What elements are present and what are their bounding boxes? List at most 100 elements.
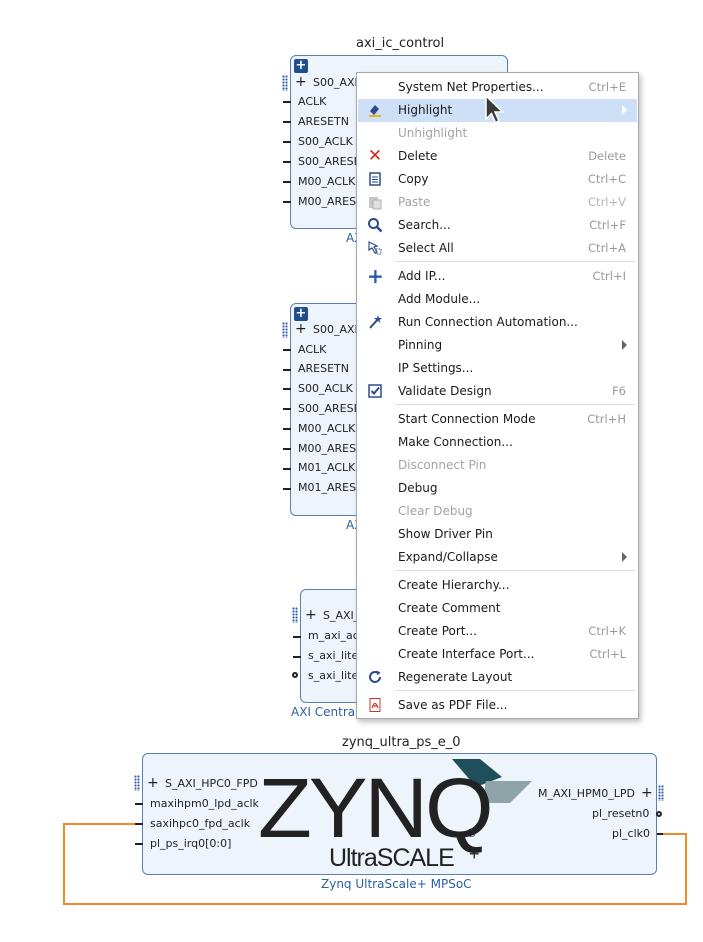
menu-item-create-hierarchy[interactable]: Create Hierarchy... [358, 574, 637, 597]
menu-item-clear-debug[interactable]: Clear Debug [358, 500, 637, 523]
clock-net-wire[interactable] [663, 833, 687, 835]
expand-port-icon[interactable]: + [295, 75, 307, 89]
menu-item-select-all[interactable]: Select All Ctrl+A [358, 237, 637, 260]
clock-net-wire[interactable] [63, 903, 687, 905]
port-label: ARESETN [298, 362, 349, 375]
menu-item-ip-settings[interactable]: IP Settings... [358, 357, 637, 380]
port-label: S00_AXI [313, 323, 358, 336]
expand-port-icon[interactable]: + [147, 776, 159, 790]
port-label: M01_ACLK [298, 461, 356, 474]
highlight-icon [367, 102, 383, 118]
clock-net-wire[interactable] [63, 823, 65, 905]
menu-item-expand-collapse[interactable]: Expand/Collapse [358, 546, 637, 569]
menu-item-pinning[interactable]: Pinning [358, 334, 637, 357]
port-label: pl_resetn0 [592, 807, 650, 820]
pin[interactable] [283, 468, 291, 470]
expand-port-icon[interactable]: + [295, 322, 307, 336]
block-subtitle: AXI Centra [291, 705, 356, 719]
validate-icon [367, 383, 383, 399]
pin[interactable] [283, 121, 291, 123]
menu-item-create-port[interactable]: Create Port... Ctrl+K [358, 620, 637, 643]
port-label: M00_ACLK [298, 175, 356, 188]
menu-item-copy[interactable]: Copy Ctrl+C [358, 168, 637, 191]
block-title: zynq_ultra_ps_e_0 [342, 735, 461, 750]
interface-grip-icon [282, 322, 288, 338]
pin[interactable] [135, 803, 143, 805]
pin[interactable] [283, 349, 291, 351]
port-label: S00_AXI [313, 76, 358, 89]
block-title: axi_ic_control [356, 36, 445, 51]
pdf-icon [367, 697, 383, 713]
port-label: S_AXI_ [323, 609, 360, 622]
expand-port-icon[interactable]: + [641, 786, 653, 800]
ultrascale-logo-text: UltraSCALE [329, 844, 455, 872]
menu-item-save-as-pdf[interactable]: Save as PDF File... [358, 694, 637, 717]
pin[interactable] [283, 488, 291, 490]
port-label: S_AXI_HPC0_FPD [165, 777, 258, 790]
pin[interactable] [283, 161, 291, 163]
menu-item-validate-design[interactable]: Validate Design F6 [358, 380, 637, 403]
port-label: M00_ACLK [298, 422, 356, 435]
port-label: S00_ACLK [298, 382, 353, 395]
select-all-icon [367, 240, 383, 256]
output-pin[interactable] [656, 811, 662, 817]
add-icon: + [367, 264, 384, 288]
pin[interactable] [293, 636, 301, 638]
mouse-pointer-icon [485, 95, 505, 124]
menu-item-create-comment[interactable]: Create Comment [358, 597, 637, 620]
paste-icon [367, 194, 383, 210]
expand-block-icon[interactable]: + [294, 307, 308, 321]
output-pin[interactable] [292, 672, 298, 678]
menu-separator [395, 570, 635, 571]
block-subtitle: Zynq UltraScale+ MPSoC [321, 877, 472, 891]
delete-icon: ✕ [367, 146, 383, 166]
menu-item-disconnect-pin[interactable]: Disconnect Pin [358, 454, 637, 477]
pin[interactable] [135, 843, 143, 845]
block-design-canvas[interactable]: axi_ic_control + + S00_AXI ACLK ARESETN … [0, 0, 703, 942]
port-label: pl_clk0 [612, 827, 651, 840]
pin[interactable] [135, 823, 143, 825]
pin[interactable] [283, 448, 291, 450]
pin[interactable] [283, 369, 291, 371]
menu-item-unhighlight[interactable]: Unhighlight [358, 122, 637, 145]
pin[interactable] [283, 408, 291, 410]
menu-item-show-driver-pin[interactable]: Show Driver Pin [358, 523, 637, 546]
menu-separator [395, 404, 635, 405]
menu-item-add-ip[interactable]: + Add IP... Ctrl+I [358, 265, 637, 288]
pin[interactable] [293, 656, 301, 658]
pin[interactable] [283, 181, 291, 183]
interface-grip-icon [282, 75, 288, 91]
interface-grip-icon [134, 775, 140, 791]
menu-item-make-connection[interactable]: Make Connection... [358, 431, 637, 454]
menu-item-search[interactable]: Search... Ctrl+F [358, 214, 637, 237]
submenu-arrow-icon [622, 340, 627, 350]
pin[interactable] [283, 141, 291, 143]
zynq-logo-registered: ® [467, 826, 476, 840]
menu-item-start-connection-mode[interactable]: Start Connection Mode Ctrl+H [358, 408, 637, 431]
submenu-arrow-icon [622, 552, 627, 562]
pin[interactable] [283, 101, 291, 103]
port-label: M_AXI_HPM0_LPD [538, 787, 635, 800]
copy-icon [367, 171, 383, 187]
menu-item-add-module[interactable]: Add Module... [358, 288, 637, 311]
regenerate-icon [367, 669, 383, 685]
expand-port-icon[interactable]: + [305, 608, 317, 622]
port-label: ARESETN [298, 115, 349, 128]
clock-net-wire[interactable] [685, 833, 687, 905]
search-icon [367, 217, 383, 233]
pin[interactable] [283, 428, 291, 430]
port-label: maxihpm0_lpd_aclk [150, 797, 259, 810]
menu-item-regenerate-layout[interactable]: Regenerate Layout [358, 666, 637, 689]
menu-item-paste[interactable]: Paste Ctrl+V [358, 191, 637, 214]
menu-item-create-interface-port[interactable]: Create Interface Port... Ctrl+L [358, 643, 637, 666]
pin[interactable] [283, 388, 291, 390]
pin[interactable] [283, 201, 291, 203]
menu-item-delete[interactable]: ✕ Delete Delete [358, 145, 637, 168]
menu-item-debug[interactable]: Debug [358, 477, 637, 500]
menu-item-run-connection-automation[interactable]: Run Connection Automation... [358, 311, 637, 334]
clock-net-wire[interactable] [63, 823, 135, 825]
expand-block-icon[interactable]: + [294, 59, 308, 73]
menu-separator [395, 690, 635, 691]
port-label: ACLK [298, 95, 327, 108]
port-label: m_axi_ac [308, 629, 359, 642]
